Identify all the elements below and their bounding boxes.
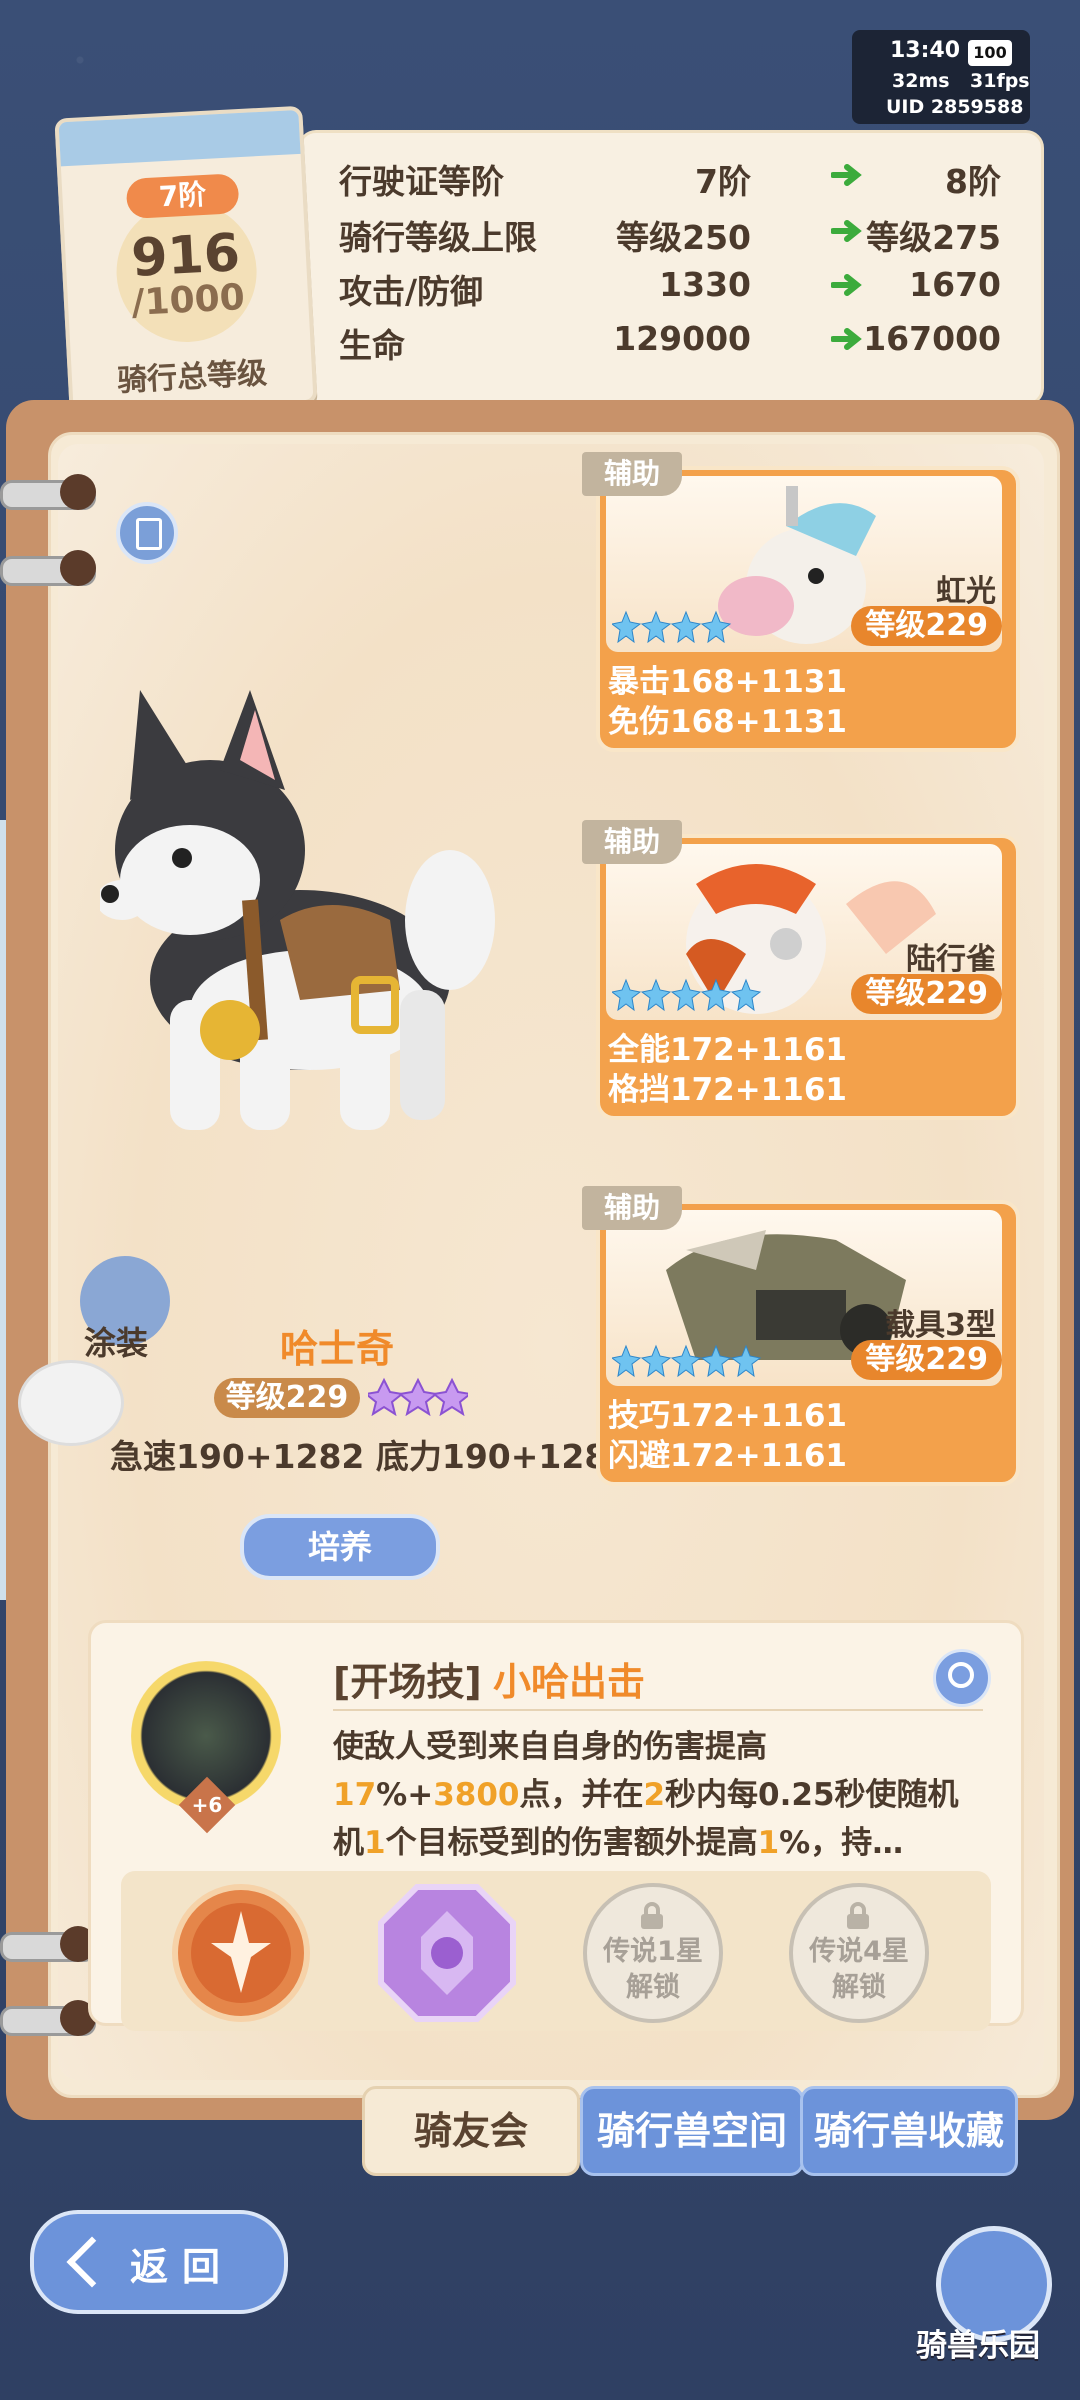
licence-row-label: 行驶证等阶 [339, 162, 504, 201]
tab-riding-club[interactable]: 骑友会 [362, 2086, 580, 2176]
licence-row-current: 7阶 [695, 162, 751, 201]
battery-icon: 100 [968, 40, 1012, 66]
helper-card[interactable]: 载具3型 等级229 技巧172+1161 闪避172+1161 辅助 [582, 1186, 1020, 1486]
riding-level-badge: 7阶 916 /1000 骑行总等级 [54, 105, 318, 417]
talent-slots: 传说1星 解锁 传说4星 解锁 [121, 1871, 991, 2031]
unlock-label: 解锁 [626, 1972, 680, 2003]
helper-tag: 辅助 [582, 1186, 682, 1230]
helper-level: 等级229 [851, 606, 1002, 646]
skill-desc-value: 3800 [433, 1777, 520, 1813]
talent-slot-fire[interactable] [171, 1883, 311, 2023]
ping-text: 32ms [892, 70, 950, 92]
fps-text: 31fps [970, 70, 1030, 92]
binder-hole [60, 550, 96, 586]
licence-row-next: 167000 [863, 319, 1001, 358]
helper-stat-2: 闪避172+1161 [608, 1438, 847, 1474]
tab-mount-collection[interactable]: 骑行兽收藏 [800, 2086, 1018, 2176]
helper-name: 陆行雀 [906, 942, 996, 977]
skill-panel: +6 [开场技] 小哈出击 使敌人受到来自自身的伤害提高 17%+3800点，并在… [88, 1620, 1024, 2031]
helper-stat-2: 免伤168+1131 [608, 704, 847, 740]
helper-stars [612, 978, 762, 1012]
arrow-right-icon [831, 274, 862, 296]
back-label: 返回 [130, 2245, 235, 2289]
licence-row-label: 攻击/防御 [339, 272, 484, 311]
helper-stars [612, 1344, 762, 1378]
purple-rune-icon [378, 1884, 516, 2022]
licence-row-label: 骑行等级上限 [339, 218, 537, 257]
skill-desc-text: 点，并在 [519, 1777, 644, 1813]
binder-hole [60, 474, 96, 510]
flame-sword-icon [172, 1884, 310, 2022]
mount-name: 哈士奇 [279, 1327, 394, 1371]
licence-row-label: 生命 [339, 326, 405, 365]
licence-row-next: 等级275 [866, 218, 1001, 257]
arrow-right-icon [831, 164, 862, 186]
skill-type: [开场技] [333, 1660, 482, 1704]
tab-mount-space[interactable]: 骑行兽空间 [580, 2086, 804, 2176]
skill-upgrade-badge: +6 [178, 1776, 236, 1834]
skill-desc-text: %+ [376, 1777, 434, 1813]
skill-desc-text: 机 [333, 1825, 364, 1861]
skill-desc-value: 17 [333, 1777, 377, 1813]
licence-row-current: 等级250 [616, 218, 751, 257]
helper-stat-1: 暴击168+1131 [608, 664, 847, 700]
back-button[interactable]: 返回 [30, 2210, 288, 2314]
skill-desc-value: 1 [757, 1825, 780, 1861]
skin-label[interactable]: 涂装 [84, 1318, 148, 1364]
helper-card[interactable]: 虹光 等级229 暴击168+1131 免伤168+1131 辅助 [582, 452, 1020, 752]
mount-stats: 急速190+1282 底力190+1282 [110, 1437, 631, 1476]
performance-overlay: 13:40 100 32ms 31fps UID 2859588 [852, 30, 1030, 124]
helper-level: 等级229 [851, 1340, 1002, 1380]
licence-row-current: 129000 [613, 319, 751, 358]
mount-level: 等级229 [214, 1378, 360, 1418]
licence-row-next: 8阶 [945, 162, 1001, 201]
handbook-icon[interactable] [116, 502, 178, 564]
lock-icon [847, 1902, 869, 1929]
husky-mount-image [100, 690, 495, 1130]
licence-row-current: 1330 [659, 265, 751, 304]
helper-tag: 辅助 [582, 820, 682, 864]
badge-tape [58, 109, 301, 167]
helper-card[interactable]: 陆行雀 等级229 全能172+1161 格挡172+1161 辅助 [582, 820, 1020, 1120]
helper-level: 等级229 [851, 974, 1002, 1014]
skill-description: 使敌人受到来自自身的伤害提高 17%+3800点，并在2秒内每0.25秒使随机 机1… [333, 1723, 993, 1867]
helper-name: 载具3型 [885, 1308, 996, 1343]
skill-name: 小哈出击 [493, 1660, 646, 1704]
clock-text: 13:40 [890, 38, 961, 63]
skill-desc-text: 个目标受到的伤害额外提高 [385, 1825, 758, 1861]
helper-stat-2: 格挡172+1161 [608, 1072, 847, 1108]
mount-quality-stars [368, 1377, 468, 1416]
unlock-requirement: 传说1星 [603, 1936, 703, 1967]
unlock-label: 解锁 [832, 1972, 886, 2003]
talent-slot-locked-2[interactable]: 传说4星 解锁 [789, 1883, 929, 2023]
skill-desc-value: 2 [643, 1777, 666, 1813]
uid-text: UID 2859588 [886, 96, 1024, 118]
talent-slot-locked-1[interactable]: 传说1星 解锁 [583, 1883, 723, 2023]
skill-desc-text: 使敌人受到来自自身的伤害提高 [333, 1729, 767, 1765]
licence-panel: 行驶证等阶 7阶 8阶 骑行等级上限 等级250 等级275 攻击/防御 133… [298, 130, 1044, 406]
skill-divider [333, 1709, 983, 1711]
helper-tag: 辅助 [582, 452, 682, 496]
skill-desc-value: 1 [364, 1825, 386, 1861]
helper-stat-1: 全能172+1161 [608, 1032, 847, 1068]
skill-upgrade-count: +6 [191, 1793, 223, 1817]
helper-name: 虹光 [936, 574, 996, 609]
back-arrow-icon [66, 2236, 118, 2288]
train-button[interactable]: 培养 [240, 1514, 440, 1580]
lock-icon [641, 1902, 663, 1929]
chat-bubble-icon[interactable] [18, 1360, 124, 1446]
mount-park-label[interactable]: 骑兽乐园 [916, 2320, 1040, 2365]
total-riding-level-label: 骑行总等级 [116, 355, 268, 399]
zoom-icon[interactable] [933, 1649, 991, 1707]
unlock-requirement: 传说4星 [809, 1936, 909, 1967]
helper-stars [612, 610, 732, 644]
helper-stat-1: 技巧172+1161 [608, 1398, 847, 1434]
skill-desc-text: 秒内每0.25秒使随机 [665, 1777, 959, 1813]
skill-desc-text: %，持… [779, 1825, 904, 1861]
licence-row-next: 1670 [909, 265, 1001, 304]
talent-slot-purple[interactable] [377, 1883, 517, 2023]
licence-rank-pill: 7阶 [125, 173, 240, 219]
